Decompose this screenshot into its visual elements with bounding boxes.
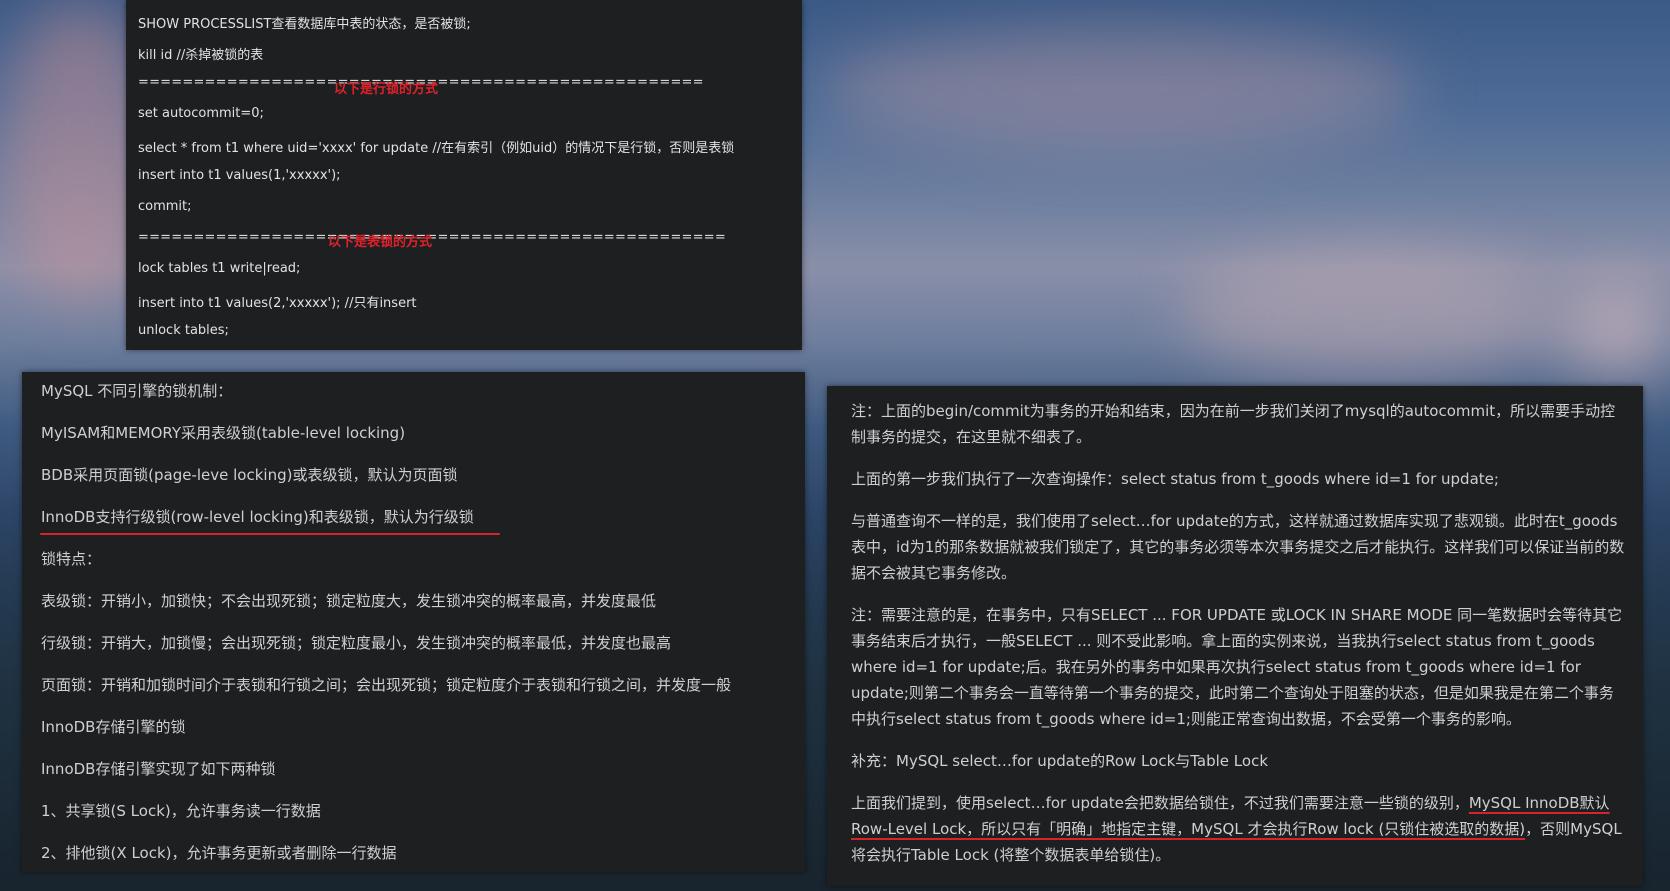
sky-glow bbox=[820, 30, 1420, 150]
text-line: MySQL 不同引擎的锁机制： bbox=[41, 382, 233, 400]
code-line: unlock tables; bbox=[138, 323, 229, 338]
lock-mechanism-panel: MySQL 不同引擎的锁机制： MyISAM和MEMORY采用表级锁(table… bbox=[22, 372, 805, 872]
code-line: select * from t1 where uid='xxxx' for up… bbox=[138, 141, 735, 156]
table-lock-label: 以下是表锁的方式 bbox=[328, 235, 433, 250]
code-line: SHOW PROCESSLIST查看数据库中表的状态，是否被锁; bbox=[138, 17, 471, 32]
text-line: InnoDB存储引擎的锁 bbox=[41, 718, 186, 736]
note-paragraph: 注：上面的begin/commit为事务的开始和结束，因为在前一步我们关闭了my… bbox=[851, 402, 1616, 446]
code-line: lock tables t1 write|read; bbox=[138, 261, 301, 276]
text-line: MyISAM和MEMORY采用表级锁(table-level locking) bbox=[41, 424, 406, 442]
paragraph-text: 上面我们提到，使用select…for update会把数据给锁住，不过我们需要… bbox=[851, 794, 1469, 812]
code-line: insert into t1 values(2,'xxxxx'); //只有in… bbox=[138, 296, 417, 311]
code-line: insert into t1 values(1,'xxxxx'); bbox=[138, 168, 341, 183]
text-line: 表级锁：开销小，加锁快；不会出现死锁；锁定粒度大，发生锁冲突的概率最高，并发度最… bbox=[41, 592, 657, 610]
note-paragraph: 上面的第一步我们执行了一次查询操作：select status from t_g… bbox=[851, 470, 1499, 488]
text-line: 行级锁：开销大，加锁慢；会出现死锁；锁定粒度最小，发生锁冲突的概率最低，并发度也… bbox=[41, 634, 672, 652]
code-line: set autocommit=0; bbox=[138, 106, 264, 121]
red-underline bbox=[40, 533, 500, 535]
text-line: 1、共享锁(S Lock)，允许事务读一行数据 bbox=[41, 802, 321, 820]
note-paragraph: 注：需要注意的是，在事务中，只有SELECT ... FOR UPDATE 或L… bbox=[851, 606, 1623, 728]
note-paragraph: 上面我们提到，使用select…for update会把数据给锁住，不过我们需要… bbox=[851, 790, 1625, 868]
sky-glow bbox=[1180, 250, 1560, 380]
code-line: kill id //杀掉被锁的表 bbox=[138, 48, 264, 63]
text-line-highlighted: InnoDB支持行级锁(row-level locking)和表级锁，默认为行级… bbox=[41, 508, 474, 526]
sky-glow bbox=[1560, 280, 1670, 380]
select-for-update-notes-panel: 注：上面的begin/commit为事务的开始和结束，因为在前一步我们关闭了my… bbox=[827, 386, 1643, 886]
text-line: InnoDB存储引擎实现了如下两种锁 bbox=[41, 760, 276, 778]
row-lock-label: 以下是行锁的方式 bbox=[334, 82, 439, 97]
text-line: 2、排他锁(X Lock)，允许事务更新或者删除一行数据 bbox=[41, 844, 397, 862]
note-paragraph: 与普通查询不一样的是，我们使用了select…for update的方式，这样就… bbox=[851, 512, 1625, 582]
code-block-panel: SHOW PROCESSLIST查看数据库中表的状态，是否被锁; kill id… bbox=[126, 0, 802, 350]
note-paragraph: 补充：MySQL select…for update的Row Lock与Tabl… bbox=[851, 752, 1269, 770]
code-line: commit; bbox=[138, 199, 192, 214]
text-line: 锁特点： bbox=[41, 550, 102, 568]
text-line: 页面锁：开销和加锁时间介于表锁和行锁之间；会出现死锁；锁定粒度介于表锁和行锁之间… bbox=[41, 676, 732, 694]
text-line: BDB采用页面锁(page-leve locking)或表级锁，默认为页面锁 bbox=[41, 466, 458, 484]
